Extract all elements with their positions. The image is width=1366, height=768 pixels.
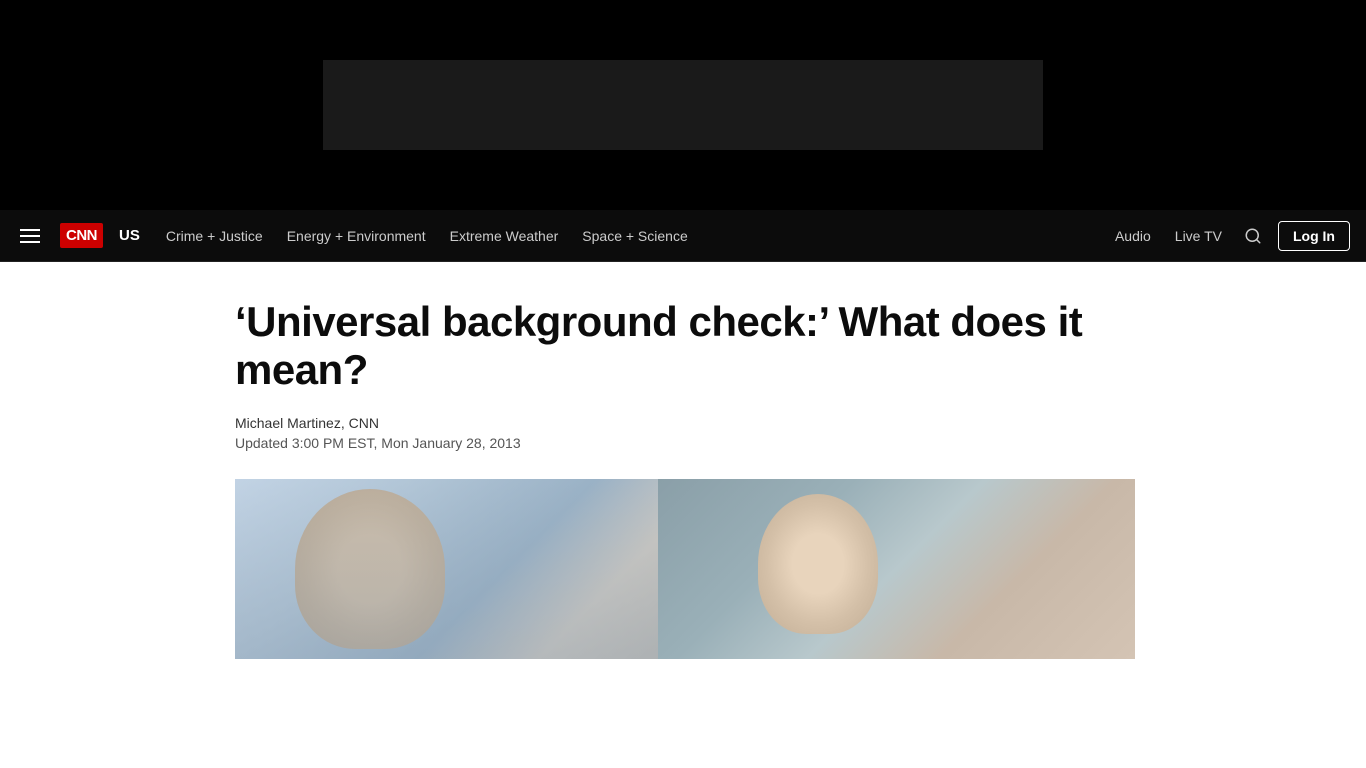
nav-link-crime-justice[interactable]: Crime + Justice [156,222,273,250]
hamburger-line [20,229,40,231]
navbar: CNN US Crime + Justice Energy + Environm… [0,210,1366,262]
audio-link[interactable]: Audio [1109,224,1157,248]
search-button[interactable] [1240,223,1266,249]
hamburger-menu-button[interactable] [16,225,44,247]
navbar-left: CNN US Crime + Justice Energy + Environm… [16,222,1109,250]
nav-link-space-science[interactable]: Space + Science [572,222,697,250]
login-button[interactable]: Log In [1278,221,1350,251]
article-image [235,479,1135,659]
top-banner [0,0,1366,210]
nav-section-us[interactable]: US [119,227,140,244]
nav-link-energy-environment[interactable]: Energy + Environment [277,222,436,250]
article-title: ‘Universal background check:’ What does … [235,298,1131,395]
live-tv-link[interactable]: Live TV [1169,224,1228,248]
article-image-container [235,479,1135,659]
hamburger-line [20,241,40,243]
navbar-right: Audio Live TV Log In [1109,221,1350,251]
article-content: ‘Universal background check:’ What does … [203,262,1163,659]
hamburger-line [20,235,40,237]
cnn-logo[interactable]: CNN [60,223,103,248]
search-icon [1244,227,1262,245]
article-timestamp: Updated 3:00 PM EST, Mon January 28, 201… [235,435,1131,451]
article-image-left [235,479,658,659]
advertisement [323,60,1043,150]
article-author: Michael Martinez, CNN [235,415,1131,431]
article-image-right [658,479,1135,659]
nav-links: Crime + Justice Energy + Environment Ext… [156,222,698,250]
nav-link-extreme-weather[interactable]: Extreme Weather [440,222,569,250]
